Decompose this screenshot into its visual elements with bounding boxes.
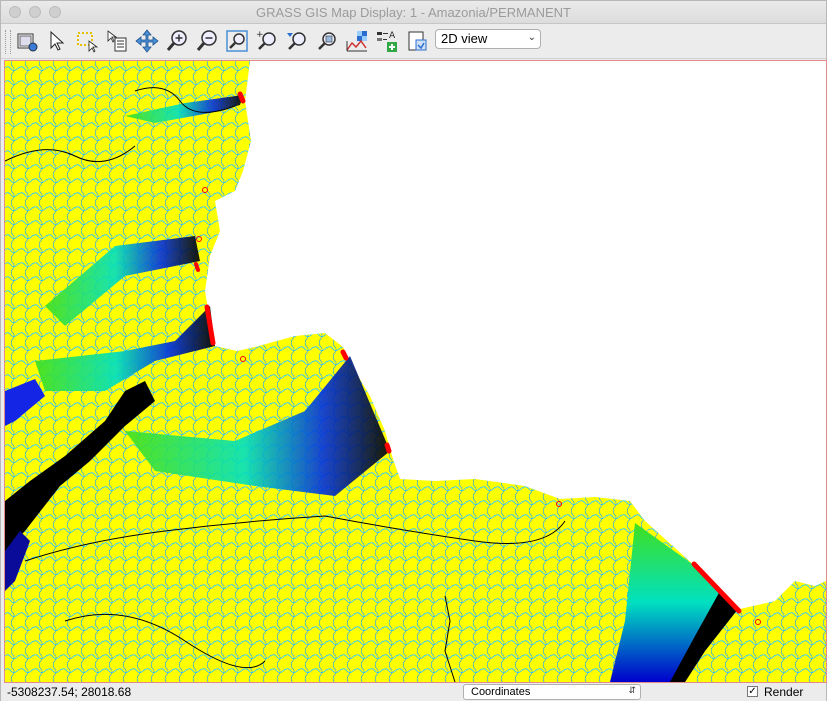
- pointer-icon: [50, 30, 65, 51]
- pointer-button[interactable]: [43, 27, 71, 55]
- map-display-window: GRASS GIS Map Display: 1 - Amazonia/PERM…: [0, 0, 827, 701]
- zoom-back-icon: +: [256, 30, 276, 50]
- render-label: Render: [764, 685, 804, 699]
- chevron-down-icon: ⌄: [527, 32, 536, 43]
- analyze-button[interactable]: [343, 27, 371, 55]
- render-checkbox[interactable]: ✓: [747, 686, 758, 697]
- outlet-marker-6: [194, 262, 200, 272]
- query-icon: [107, 30, 127, 52]
- zoom-in-button[interactable]: [163, 27, 191, 55]
- select-icon: [77, 32, 99, 53]
- coordinates-readout: -5308237.54; 28018.68: [7, 685, 132, 699]
- save-image-icon: [408, 31, 427, 51]
- zoom-extent-button[interactable]: [223, 27, 251, 55]
- statusbar-mode-select[interactable]: Coordinates ⇵: [463, 684, 641, 700]
- status-bar: -5308237.54; 28018.68 Coordinates ⇵ ✓ Re…: [1, 683, 826, 701]
- view-mode-value: 2D view: [441, 31, 488, 46]
- raster-map: [5, 61, 826, 682]
- zoom-menu-button[interactable]: [283, 27, 311, 55]
- zoom-extent-icon: [226, 30, 248, 52]
- toolbar-handle[interactable]: [5, 30, 11, 54]
- pan-button[interactable]: [133, 27, 161, 55]
- overlay-icon: A: [377, 31, 397, 52]
- view-mode-select[interactable]: 2D view ⌄: [435, 29, 541, 49]
- zoom-out-icon: [196, 30, 217, 51]
- map-toolbar: + A: [1, 24, 826, 59]
- zoom-selected-icon: [318, 32, 336, 50]
- zoom-out-button[interactable]: [193, 27, 221, 55]
- zoom-back-button[interactable]: +: [253, 27, 281, 55]
- outlet-marker-4: [384, 442, 392, 454]
- title-bar: GRASS GIS Map Display: 1 - Amazonia/PERM…: [1, 1, 826, 24]
- zoom-selected-button[interactable]: [313, 27, 341, 55]
- display-map-icon: [17, 33, 38, 52]
- analyze-icon: [346, 31, 367, 52]
- pan-icon: [135, 29, 159, 53]
- query-button[interactable]: [103, 27, 131, 55]
- svg-text:+: +: [256, 30, 264, 40]
- save-image-button[interactable]: [403, 27, 431, 55]
- map-canvas[interactable]: [4, 60, 827, 683]
- outlet-marker-1: [237, 91, 246, 104]
- window-title: GRASS GIS Map Display: 1 - Amazonia/PERM…: [256, 5, 571, 20]
- svg-text:A: A: [389, 31, 396, 41]
- display-map-button[interactable]: [13, 27, 41, 55]
- outlet-marker-3: [340, 349, 349, 361]
- overlay-button[interactable]: A: [373, 27, 401, 55]
- select-button[interactable]: [73, 27, 101, 55]
- zoom-menu-icon: [287, 32, 306, 50]
- zoom-in-icon: [166, 30, 187, 51]
- chevron-updown-icon: ⇵: [628, 685, 636, 695]
- statusbar-mode-value: Coordinates: [471, 686, 531, 698]
